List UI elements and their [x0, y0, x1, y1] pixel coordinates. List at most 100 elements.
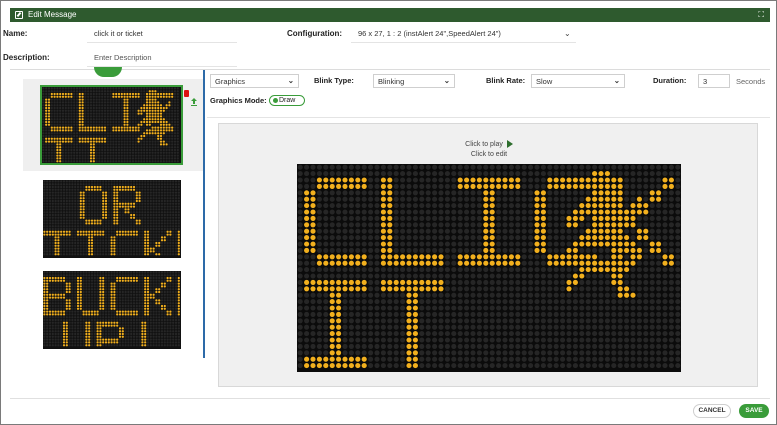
led-dot-on [78, 98, 81, 101]
led-dot-on [406, 260, 412, 266]
led-dot-on [165, 106, 168, 110]
led-dot-on [598, 228, 604, 234]
led-dot-on [355, 279, 361, 285]
duration-input[interactable]: 3 [698, 74, 730, 88]
led-dot-on [154, 109, 157, 112]
led-dot-on [99, 230, 102, 233]
led-dot-on [342, 260, 348, 266]
led-dot-on [144, 250, 147, 253]
led-dot-on [96, 338, 99, 341]
blink-rate-select[interactable]: Slow ⌄ [531, 74, 625, 88]
led-dot-on [102, 302, 105, 305]
edit-hint[interactable]: Click to edit [219, 150, 759, 159]
led-dot-on [380, 177, 386, 183]
led-dot-on [457, 183, 463, 189]
blink-type-select[interactable]: Blinking ⌄ [373, 74, 455, 88]
led-dot-on [56, 126, 59, 129]
play-hint[interactable]: Click to play [219, 140, 759, 149]
led-dot-on [110, 288, 113, 291]
led-dot-on [515, 260, 521, 266]
led-dot-on [329, 292, 335, 298]
led-dot-on [79, 304, 82, 308]
led-dot-on [393, 279, 399, 285]
led-dot-on [617, 209, 623, 215]
led-dot-on [585, 196, 591, 202]
led-dot-on [45, 98, 48, 101]
message-thumbnail-1[interactable] [40, 85, 183, 165]
led-dot-on [47, 140, 51, 143]
led-dot-on [496, 183, 502, 189]
message-type-select[interactable]: Graphics ⌄ [210, 74, 299, 88]
led-dot-on [162, 92, 165, 96]
led-dot-on [534, 203, 540, 209]
led-dot-on [177, 253, 180, 256]
play-icon[interactable] [506, 140, 513, 149]
led-dot-on [135, 219, 138, 222]
led-dot-on [99, 282, 102, 285]
save-button[interactable]: SAVE [739, 404, 769, 418]
led-dot-on [489, 247, 495, 253]
led-dot-on [121, 310, 124, 313]
description-field[interactable]: Enter Description [94, 53, 152, 63]
led-sign-canvas[interactable] [297, 164, 681, 372]
configuration-select[interactable]: 96 x 27, 1 : 2 (instAlert 24",SpeedAlert… [358, 29, 501, 39]
led-dot-on [47, 123, 51, 126]
message-thumbnail-2[interactable] [43, 180, 181, 258]
led-dot-on [141, 335, 144, 338]
led-dot-on [65, 285, 68, 288]
led-dot-on [154, 92, 157, 96]
led-dot-on [126, 115, 129, 118]
upload-icon[interactable] [191, 98, 197, 106]
led-dot-on [113, 239, 116, 242]
led-dot-on [483, 235, 489, 241]
led-dot-on [310, 203, 316, 209]
led-dot-on [135, 233, 138, 236]
led-dot-on [177, 299, 180, 302]
led-dot-on [96, 222, 99, 225]
led-dot-on [129, 126, 132, 129]
chevron-down-icon[interactable]: ⌄ [564, 29, 571, 39]
led-dot-on [102, 299, 105, 302]
led-dot-on [162, 132, 165, 135]
led-dot-on [165, 126, 168, 129]
led-dot-on [151, 104, 154, 107]
led-dot-on [177, 230, 180, 233]
name-field[interactable]: click it or ticket [94, 29, 143, 39]
led-dot-on [143, 134, 146, 138]
add-message-tab[interactable] [94, 67, 122, 77]
blink-type-label: Blink Type: [314, 76, 354, 85]
led-dot-on [110, 304, 113, 308]
led-dot-on [502, 177, 508, 183]
led-dot-on [515, 254, 521, 260]
led-dot-on [68, 307, 71, 310]
led-dot-on [120, 92, 123, 96]
led-dot-on [624, 260, 630, 266]
led-dot-on [95, 140, 98, 143]
led-dot-on [113, 304, 116, 308]
led-dot-on [127, 208, 130, 211]
draw-mode-toggle[interactable]: Draw [269, 95, 305, 106]
expand-icon[interactable]: ⛶ [758, 10, 764, 20]
led-dot-on [624, 222, 630, 228]
led-dot-on [116, 324, 119, 327]
led-dot-on [342, 279, 348, 285]
led-dot-on [123, 106, 126, 110]
led-dot-on [134, 95, 137, 98]
led-dot-on [165, 129, 168, 132]
led-dot-on [99, 332, 102, 336]
led-dot-on [62, 310, 66, 313]
led-dot-on [540, 228, 546, 234]
led-dot-on [425, 260, 431, 266]
led-dot-on [110, 285, 113, 288]
led-dot-on [70, 137, 73, 140]
led-dot-on [540, 215, 546, 221]
led-dot-on [611, 241, 617, 247]
led-dot-on [96, 330, 99, 333]
cancel-button[interactable]: CANCEL [693, 404, 731, 418]
trash-icon[interactable] [184, 90, 189, 97]
led-dot-on [62, 296, 66, 299]
message-thumbnail-3[interactable] [43, 271, 181, 349]
led-dot-on [598, 222, 604, 228]
led-dot-on [54, 276, 57, 280]
led-dot-on [489, 228, 495, 234]
